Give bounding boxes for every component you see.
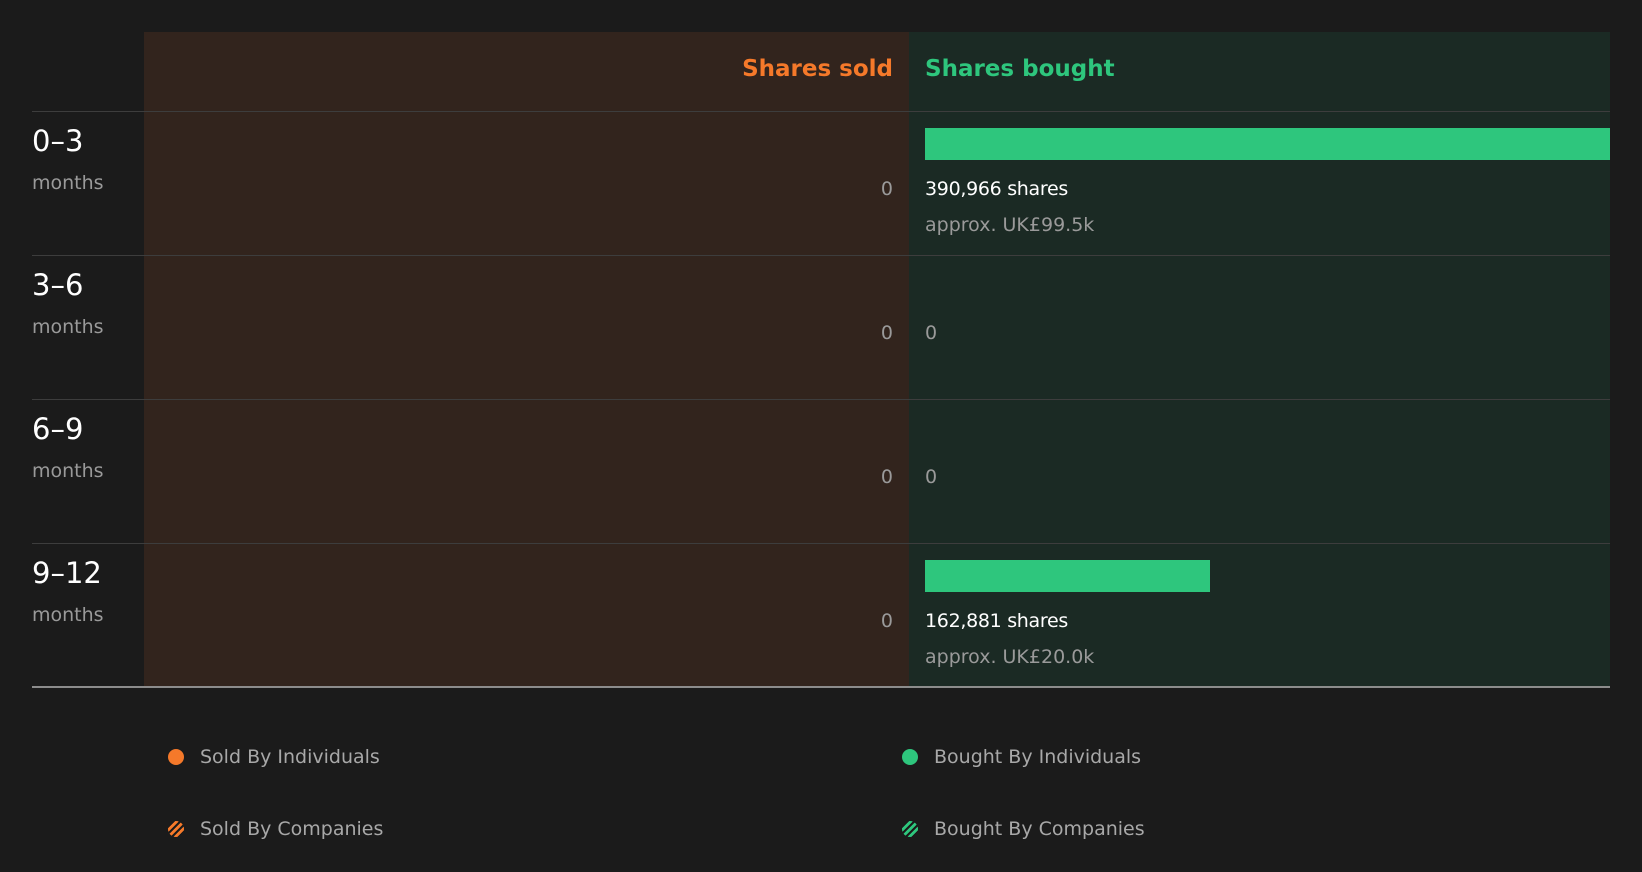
legend-label: Sold By Individuals [200,746,380,768]
shares-sold-header: Shares sold [742,56,893,82]
shares-bought-bar[interactable] [925,560,1210,592]
period-unit: months [32,604,104,626]
shares-bought-approx-value: approx. UK£20.0k [925,646,1095,668]
shares-bought-approx-value: approx. UK£99.5k [925,214,1095,236]
shares-bought-value: 162,881 shares [925,610,1068,632]
legend-label: Bought By Companies [934,818,1145,840]
orange-dot-icon [168,749,184,765]
period-unit: months [32,172,104,194]
period-range: 9–12 [32,556,102,590]
period-unit: months [32,460,104,482]
period-unit: months [32,316,104,338]
period-range: 0–3 [32,124,84,158]
green-hatched-dot-icon [902,821,918,837]
shares-sold-value: 0 [880,610,893,632]
period-row-3-6: 3–6 months 0 0 [0,256,1642,400]
period-row-6-9: 6–9 months 0 0 [0,400,1642,544]
shares-sold-value: 0 [880,466,893,488]
legend-label: Sold By Companies [200,818,384,840]
legend-bought-companies[interactable]: Bought By Companies [902,817,1145,841]
period-row-9-12: 9–12 months 0 162,881 shares approx. UK£… [0,544,1642,688]
orange-hatched-dot-icon [168,821,184,837]
legend-sold-companies[interactable]: Sold By Companies [168,817,383,841]
shares-bought-header: Shares bought [925,56,1115,82]
shares-bought-value: 0 [925,466,938,488]
period-range: 3–6 [32,268,84,302]
period-range: 6–9 [32,412,84,446]
green-dot-icon [902,749,918,765]
legend-label: Bought By Individuals [934,746,1142,768]
shares-sold-value: 0 [880,178,893,200]
legend-bought-individuals[interactable]: Bought By Individuals [902,745,1141,769]
shares-sold-value: 0 [880,322,893,344]
shares-bought-bar[interactable] [925,128,1610,160]
shares-bought-value: 0 [925,322,938,344]
period-row-0-3: 0–3 months 0 390,966 shares approx. UK£9… [0,112,1642,256]
legend-sold-individuals[interactable]: Sold By Individuals [168,745,380,769]
shares-bought-value: 390,966 shares [925,178,1068,200]
